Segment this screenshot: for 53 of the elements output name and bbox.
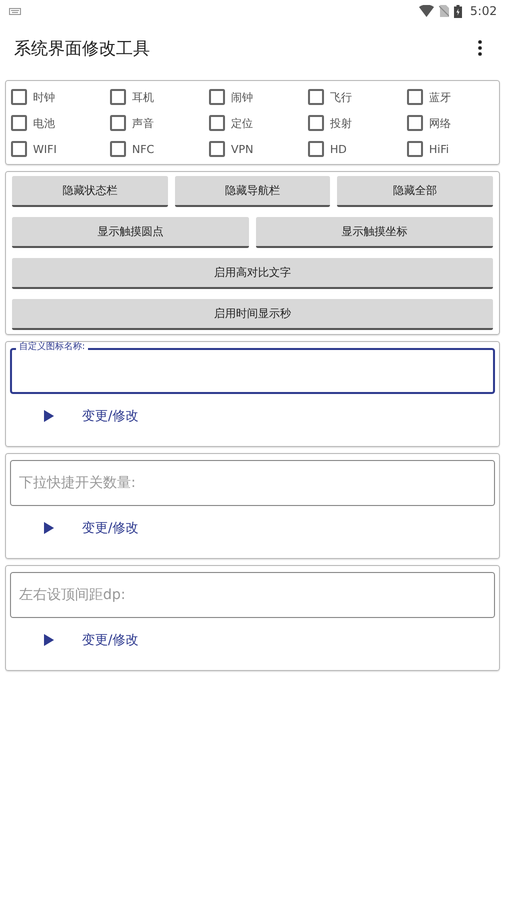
battery-icon	[454, 4, 462, 18]
action-button[interactable]: 显示触摸圆点	[12, 217, 249, 248]
checkbox-item[interactable]: 蓝牙	[407, 89, 505, 105]
checkbox-item[interactable]: 时钟	[11, 89, 110, 105]
play-icon[interactable]	[44, 634, 54, 646]
checkbox-item[interactable]: 投射	[308, 115, 407, 131]
checkbox-item[interactable]: HD	[308, 141, 407, 157]
app-title: 系统界面修改工具	[14, 38, 150, 60]
checkbox-item[interactable]: 闹钟	[209, 89, 308, 105]
input-field[interactable]: 下拉快捷开关数量:	[10, 460, 495, 506]
checkbox[interactable]	[308, 89, 324, 105]
checkbox[interactable]	[209, 141, 225, 157]
checkbox[interactable]	[209, 115, 225, 131]
checkbox[interactable]	[407, 141, 423, 157]
action-button[interactable]: 隐藏导航栏	[174, 176, 330, 207]
action-link[interactable]: 变更/修改	[82, 519, 138, 537]
action-button[interactable]: 显示触摸坐标	[256, 217, 493, 248]
checkbox[interactable]	[308, 141, 324, 157]
checkbox-item[interactable]: 声音	[110, 115, 209, 131]
action-button[interactable]: 启用时间显示秒	[12, 299, 493, 330]
checkbox[interactable]	[407, 89, 423, 105]
clock-time: 5:02	[470, 4, 497, 18]
checkbox[interactable]	[209, 89, 225, 105]
checkbox-item[interactable]: VPN	[209, 141, 308, 157]
action-link[interactable]: 变更/修改	[82, 407, 138, 425]
checkbox[interactable]	[308, 115, 324, 131]
checkbox[interactable]	[11, 115, 27, 131]
checkbox-item[interactable]: HiFi	[407, 141, 505, 157]
checkbox[interactable]	[110, 89, 126, 105]
checkbox-item[interactable]: NFC	[110, 141, 209, 157]
checkbox-item[interactable]: WIFI	[11, 141, 110, 157]
field-label: 自定义图标名称:	[16, 342, 88, 353]
checkbox-item[interactable]: 定位	[209, 115, 308, 131]
checkbox-item[interactable]: 网络	[407, 115, 505, 131]
more-options-icon[interactable]	[478, 40, 482, 56]
play-icon[interactable]	[44, 522, 54, 534]
checkbox-item[interactable]: 耳机	[110, 89, 209, 105]
input-field[interactable]: 左右设顶间距dp:	[10, 572, 495, 618]
checkbox[interactable]	[110, 115, 126, 131]
action-link[interactable]: 变更/修改	[82, 631, 138, 649]
checkbox[interactable]	[11, 141, 27, 157]
checkbox[interactable]	[407, 115, 423, 131]
action-button[interactable]: 隐藏状态栏	[12, 176, 168, 207]
action-button[interactable]: 启用高对比文字	[12, 258, 493, 289]
action-button[interactable]: 隐藏全部	[337, 176, 494, 207]
wifi-icon	[419, 5, 434, 17]
no-sim-icon	[439, 5, 450, 17]
checkbox[interactable]	[11, 89, 27, 105]
checkbox-item[interactable]: 电池	[11, 115, 110, 131]
checkbox-item[interactable]: 飞行	[308, 89, 407, 105]
keyboard-icon	[9, 8, 21, 14]
checkbox[interactable]	[110, 141, 126, 157]
play-icon[interactable]	[44, 410, 54, 422]
